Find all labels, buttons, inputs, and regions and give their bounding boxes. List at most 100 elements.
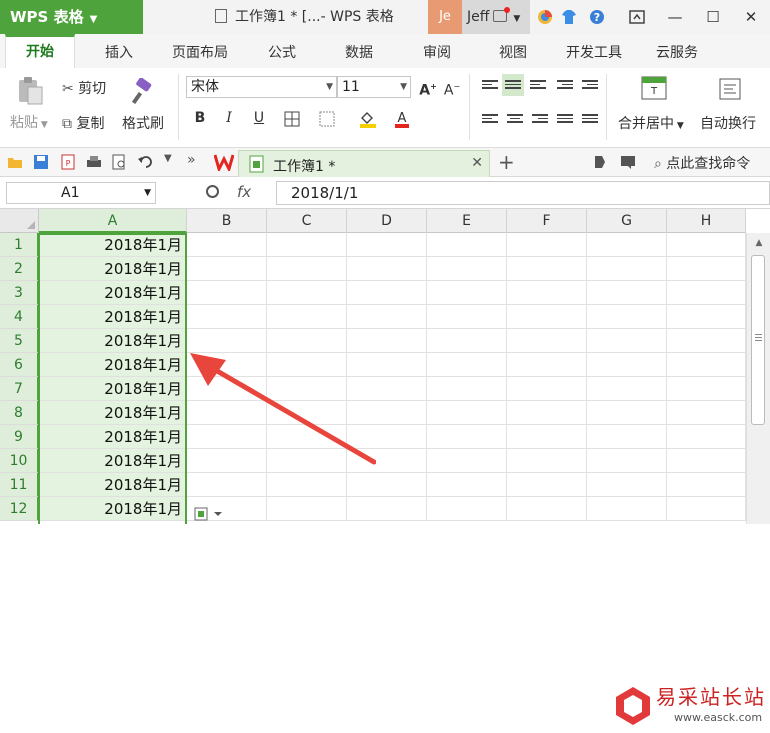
cell-e3[interactable] [427, 281, 507, 305]
column-header-a[interactable]: A [39, 209, 187, 233]
cell-c12[interactable] [267, 497, 347, 521]
italic-button[interactable]: I [219, 108, 239, 128]
merge-center-icon[interactable]: T [641, 76, 667, 100]
tab-cloud[interactable]: 云服务 [645, 34, 709, 68]
cell-d1[interactable] [347, 233, 427, 257]
cell-f6[interactable] [507, 353, 587, 377]
cell-f7[interactable] [507, 377, 587, 401]
avatar[interactable]: Je [428, 0, 462, 34]
browser-icon[interactable] [537, 9, 553, 25]
cell-style-icon[interactable] [319, 111, 335, 127]
cell-f9[interactable] [507, 425, 587, 449]
row-header-5[interactable]: 5 [0, 329, 39, 353]
cell-b4[interactable] [187, 305, 267, 329]
cell-a1[interactable]: 2018年1月 [39, 233, 187, 257]
cell-a5[interactable]: 2018年1月 [39, 329, 187, 353]
user-account-button[interactable]: Jeff ▼ [462, 0, 530, 34]
cell-c3[interactable] [267, 281, 347, 305]
cell-e10[interactable] [427, 449, 507, 473]
cell-h10[interactable] [667, 449, 746, 473]
more-commands-icon[interactable]: » [187, 152, 196, 168]
cell-h5[interactable] [667, 329, 746, 353]
cell-g3[interactable] [587, 281, 667, 305]
close-tab-icon[interactable]: ✕ [471, 155, 483, 171]
insert-function-button[interactable]: fx [237, 183, 251, 201]
vertical-scrollbar[interactable]: ▲ [746, 233, 770, 524]
cell-a11[interactable]: 2018年1月 [39, 473, 187, 497]
font-name-select[interactable]: 宋体 ▼ [186, 76, 337, 98]
cell-e7[interactable] [427, 377, 507, 401]
export-pdf-icon[interactable]: P [60, 154, 76, 170]
cell-b2[interactable] [187, 257, 267, 281]
new-tab-button[interactable]: + [498, 150, 515, 174]
app-menu-button[interactable]: WPS 表格 ▼ [0, 0, 143, 34]
row-header-6[interactable]: 6 [0, 353, 39, 377]
cell-a8[interactable]: 2018年1月 [39, 401, 187, 425]
cell-g7[interactable] [587, 377, 667, 401]
row-header-11[interactable]: 11 [0, 473, 39, 497]
merge-center-button[interactable]: 合并居中 ▼ [618, 113, 684, 133]
row-header-3[interactable]: 3 [0, 281, 39, 305]
feedback-icon[interactable] [620, 154, 636, 170]
paste-button[interactable]: 粘贴 ▼ [10, 112, 48, 132]
cell-g12[interactable] [587, 497, 667, 521]
scroll-up-icon[interactable]: ▲ [747, 233, 770, 253]
cut-button[interactable]: ✂ 剪切 [62, 78, 106, 98]
cell-a7[interactable]: 2018年1月 [39, 377, 187, 401]
column-header-d[interactable]: D [347, 209, 427, 233]
document-view-icon[interactable] [592, 154, 608, 170]
minimize-button[interactable]: — [656, 0, 694, 34]
row-header-12[interactable]: 12 [0, 497, 39, 521]
cell-c1[interactable] [267, 233, 347, 257]
column-header-e[interactable]: E [427, 209, 507, 233]
row-header-8[interactable]: 8 [0, 401, 39, 425]
row-header-7[interactable]: 7 [0, 377, 39, 401]
paste-icon[interactable] [16, 76, 44, 106]
font-size-select[interactable]: 11 ▼ [337, 76, 411, 98]
open-folder-icon[interactable] [7, 154, 23, 170]
column-header-c[interactable]: C [267, 209, 347, 233]
cell-e11[interactable] [427, 473, 507, 497]
print-icon[interactable] [86, 154, 102, 170]
cell-e12[interactable] [427, 497, 507, 521]
cell-h3[interactable] [667, 281, 746, 305]
cell-d12[interactable] [347, 497, 427, 521]
wps-logo-icon[interactable] [214, 153, 234, 171]
print-preview-icon[interactable] [111, 154, 127, 170]
tab-view[interactable]: 视图 [486, 34, 540, 68]
cell-f10[interactable] [507, 449, 587, 473]
cell-f11[interactable] [507, 473, 587, 497]
cell-b11[interactable] [187, 473, 267, 497]
cell-h4[interactable] [667, 305, 746, 329]
fill-color-icon[interactable] [358, 110, 378, 128]
cell-e2[interactable] [427, 257, 507, 281]
column-header-b[interactable]: B [187, 209, 267, 233]
row-header-4[interactable]: 4 [0, 305, 39, 329]
tab-page-layout[interactable]: 页面布局 [163, 34, 237, 68]
cell-a12[interactable]: 2018年1月 [39, 497, 187, 521]
cell-h8[interactable] [667, 401, 746, 425]
font-color-icon[interactable]: A [393, 110, 411, 128]
cell-f3[interactable] [507, 281, 587, 305]
tab-home[interactable]: 开始 [5, 34, 75, 68]
row-header-9[interactable]: 9 [0, 425, 39, 449]
cell-e1[interactable] [427, 233, 507, 257]
cell-g11[interactable] [587, 473, 667, 497]
cell-e4[interactable] [427, 305, 507, 329]
cell-h12[interactable] [667, 497, 746, 521]
command-search[interactable]: ⌕ 点此查找命令 [654, 153, 750, 173]
tab-workbook1[interactable]: 工作簿1 * ✕ [238, 150, 490, 177]
align-middle-button[interactable] [502, 74, 524, 96]
copy-button[interactable]: ⧉ 复制 [62, 113, 104, 133]
row-header-1[interactable]: 1 [0, 233, 39, 257]
cell-g9[interactable] [587, 425, 667, 449]
skin-icon[interactable] [561, 9, 577, 25]
justify-icon[interactable] [557, 114, 573, 126]
bold-button[interactable]: B [190, 108, 210, 128]
increase-indent-icon[interactable] [582, 80, 598, 92]
cell-b1[interactable] [187, 233, 267, 257]
cell-f5[interactable] [507, 329, 587, 353]
cell-h2[interactable] [667, 257, 746, 281]
close-button[interactable]: ✕ [732, 0, 770, 34]
cell-h7[interactable] [667, 377, 746, 401]
